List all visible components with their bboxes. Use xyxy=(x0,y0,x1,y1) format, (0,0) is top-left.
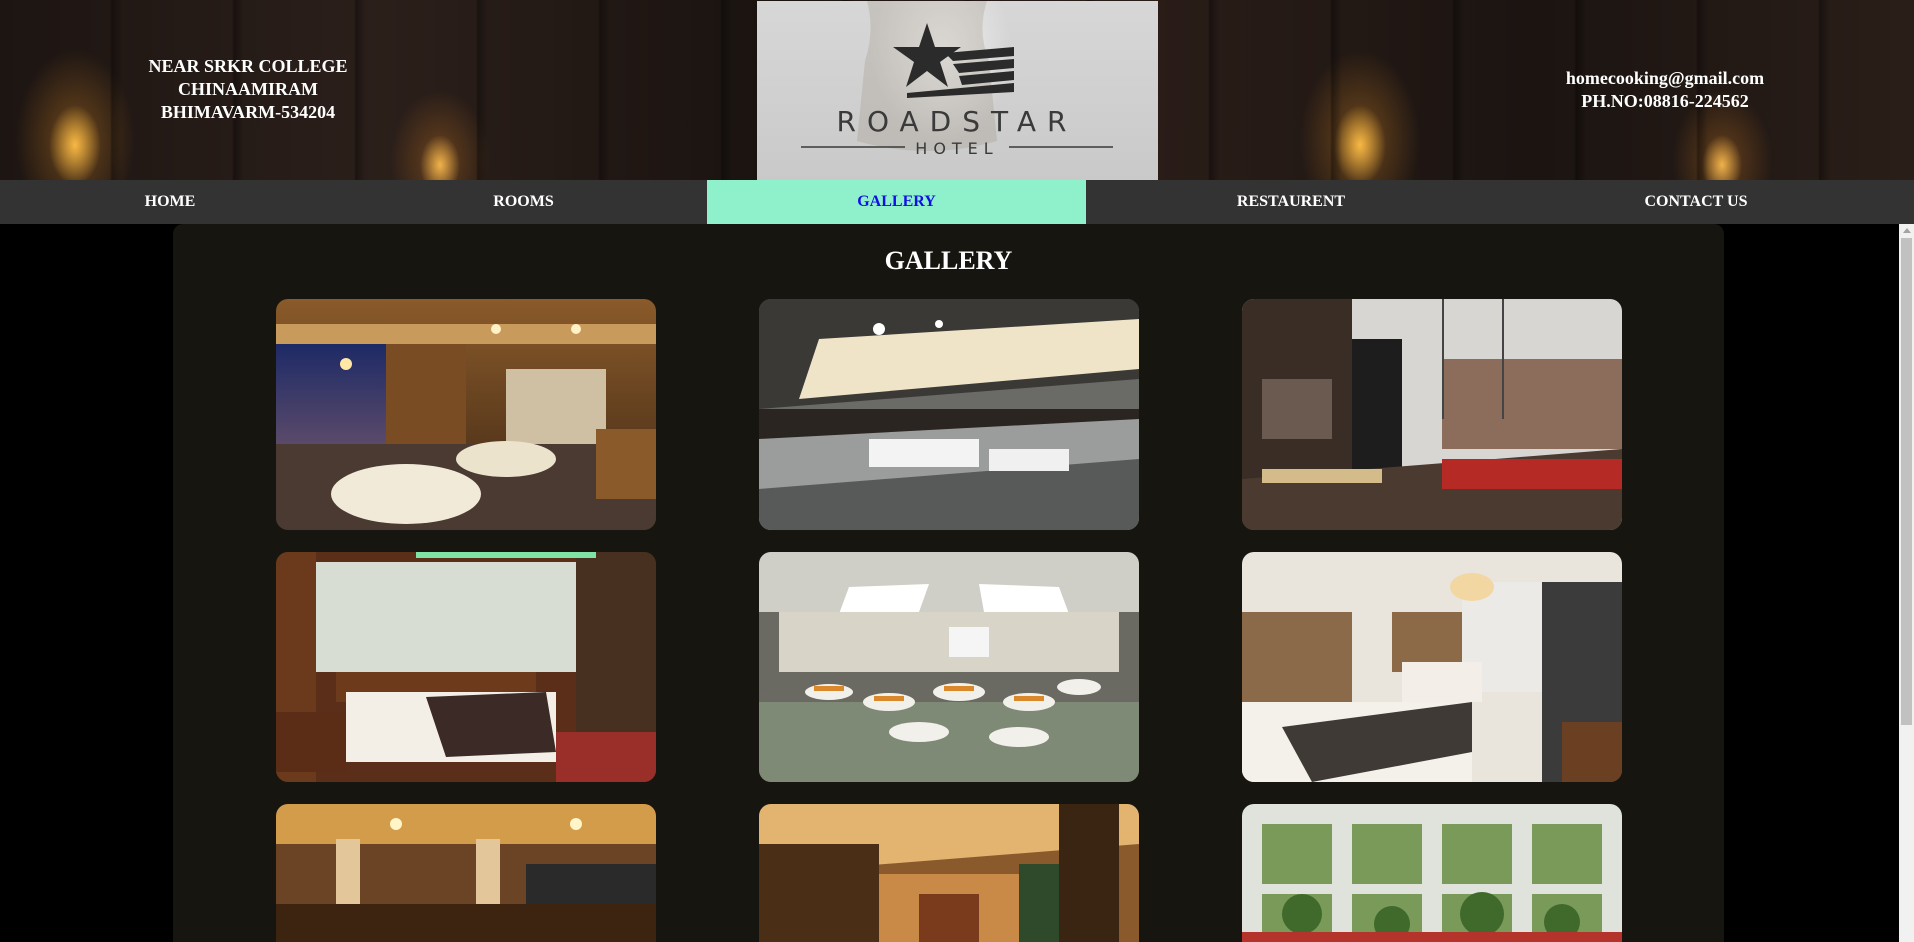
gallery-photo-2[interactable] xyxy=(759,299,1139,530)
gallery-photo-8[interactable] xyxy=(759,804,1139,942)
gallery-title: GALLERY xyxy=(884,246,1013,275)
twin-bedroom-photo xyxy=(1242,552,1622,782)
nav-restaurent[interactable]: RESTAURENT xyxy=(1086,180,1496,224)
address-line-3: BHIMAVARM-534204 xyxy=(160,102,336,122)
gallery-section: GALLERY xyxy=(173,224,1724,942)
contact-email: homecooking@gmail.com xyxy=(1565,68,1765,88)
conference-banquet-photo xyxy=(759,552,1139,782)
restaurant-dining-room-photo xyxy=(276,299,656,530)
svg-text:ROADSTAR: ROADSTAR xyxy=(836,105,1077,138)
scroll-up-arrow-icon[interactable] xyxy=(1903,228,1911,233)
gallery-photo-3[interactable] xyxy=(1242,299,1622,530)
hotel-bedroom-photo xyxy=(276,552,656,782)
gallery-photo-4[interactable] xyxy=(276,552,656,782)
hotel-logo: ROADSTAR HOTEL xyxy=(757,1,1158,180)
modern-restaurant-photo xyxy=(1242,299,1622,530)
svg-text:HOTEL: HOTEL xyxy=(915,139,998,158)
banquet-hall-photo xyxy=(759,299,1139,530)
gallery-photo-1[interactable] xyxy=(276,299,656,530)
scrollbar-thumb[interactable] xyxy=(1901,238,1912,725)
contact-phone: PH.NO:08816-224562 xyxy=(1581,91,1749,111)
nav-home[interactable]: HOME xyxy=(0,180,340,224)
gallery-photo-9[interactable] xyxy=(1242,804,1622,942)
gallery-photo-7[interactable] xyxy=(276,804,656,942)
nav-rooms[interactable]: ROOMS xyxy=(340,180,707,224)
garden-atrium-photo xyxy=(1242,804,1622,942)
lobby-bar-photo xyxy=(759,804,1139,942)
site-header: NEAR SRKR COLLEGE CHINAAMIRAM BHIMAVARM-… xyxy=(0,0,1914,180)
contact-block: homecooking@gmail.com PH.NO:08816-224562 xyxy=(1530,67,1800,113)
address-block: NEAR SRKR COLLEGE CHINAAMIRAM BHIMAVARM-… xyxy=(130,55,366,124)
page-scrollbar[interactable] xyxy=(1899,224,1914,942)
nav-contact-us[interactable]: CONTACT US xyxy=(1496,180,1896,224)
address-line-1: NEAR SRKR COLLEGE xyxy=(148,56,348,76)
gallery-photo-5[interactable] xyxy=(759,552,1139,782)
main-nav: HOME ROOMS GALLERY RESTAURENT CONTACT US xyxy=(0,180,1914,224)
gallery-photo-6[interactable] xyxy=(1242,552,1622,782)
nav-gallery[interactable]: GALLERY xyxy=(707,180,1086,224)
address-line-2: CHINAAMIRAM xyxy=(178,79,318,99)
cafe-interior-photo xyxy=(276,804,656,942)
